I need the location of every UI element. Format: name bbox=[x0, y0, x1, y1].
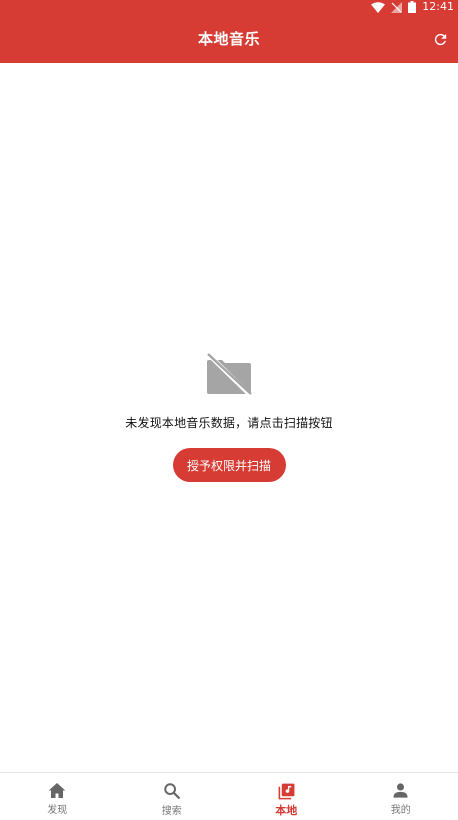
refresh-icon bbox=[434, 33, 446, 45]
nav-label: 搜索 bbox=[161, 806, 182, 817]
grant-permission-scan-button[interactable]: 授予权限并扫描 bbox=[172, 448, 286, 482]
battery-icon bbox=[408, 1, 417, 13]
refresh-button[interactable] bbox=[430, 29, 450, 49]
page-title: 本地音乐 bbox=[197, 30, 260, 48]
nav-item-mine[interactable]: 我的 bbox=[344, 773, 458, 820]
wifi-icon bbox=[371, 1, 386, 13]
status-time: 12:41 bbox=[422, 0, 454, 13]
empty-message: 未发现本地音乐数据，请点击扫描按钮 bbox=[125, 416, 333, 430]
person-icon bbox=[393, 783, 408, 798]
search-icon bbox=[164, 783, 181, 800]
nav-item-discover[interactable]: 发现 bbox=[0, 773, 115, 820]
empty-state: 未发现本地音乐数据，请点击扫描按钮 授予权限并扫描 bbox=[0, 352, 458, 482]
nav-label: 本地 bbox=[275, 804, 298, 817]
nav-label: 我的 bbox=[390, 805, 411, 816]
home-icon bbox=[49, 783, 66, 798]
library-music-icon bbox=[278, 783, 295, 800]
bottom-nav: 发现 搜索 本地 我的 bbox=[0, 772, 458, 820]
nav-item-search[interactable]: 搜索 bbox=[115, 773, 230, 820]
app-bar: 12:41 本地音乐 bbox=[0, 0, 458, 63]
nav-label: 发现 bbox=[47, 805, 68, 816]
nav-item-local[interactable]: 本地 bbox=[229, 773, 344, 820]
status-bar: 12:41 bbox=[0, 0, 458, 14]
signal-icon bbox=[391, 1, 403, 13]
no-folder-icon bbox=[207, 353, 252, 396]
